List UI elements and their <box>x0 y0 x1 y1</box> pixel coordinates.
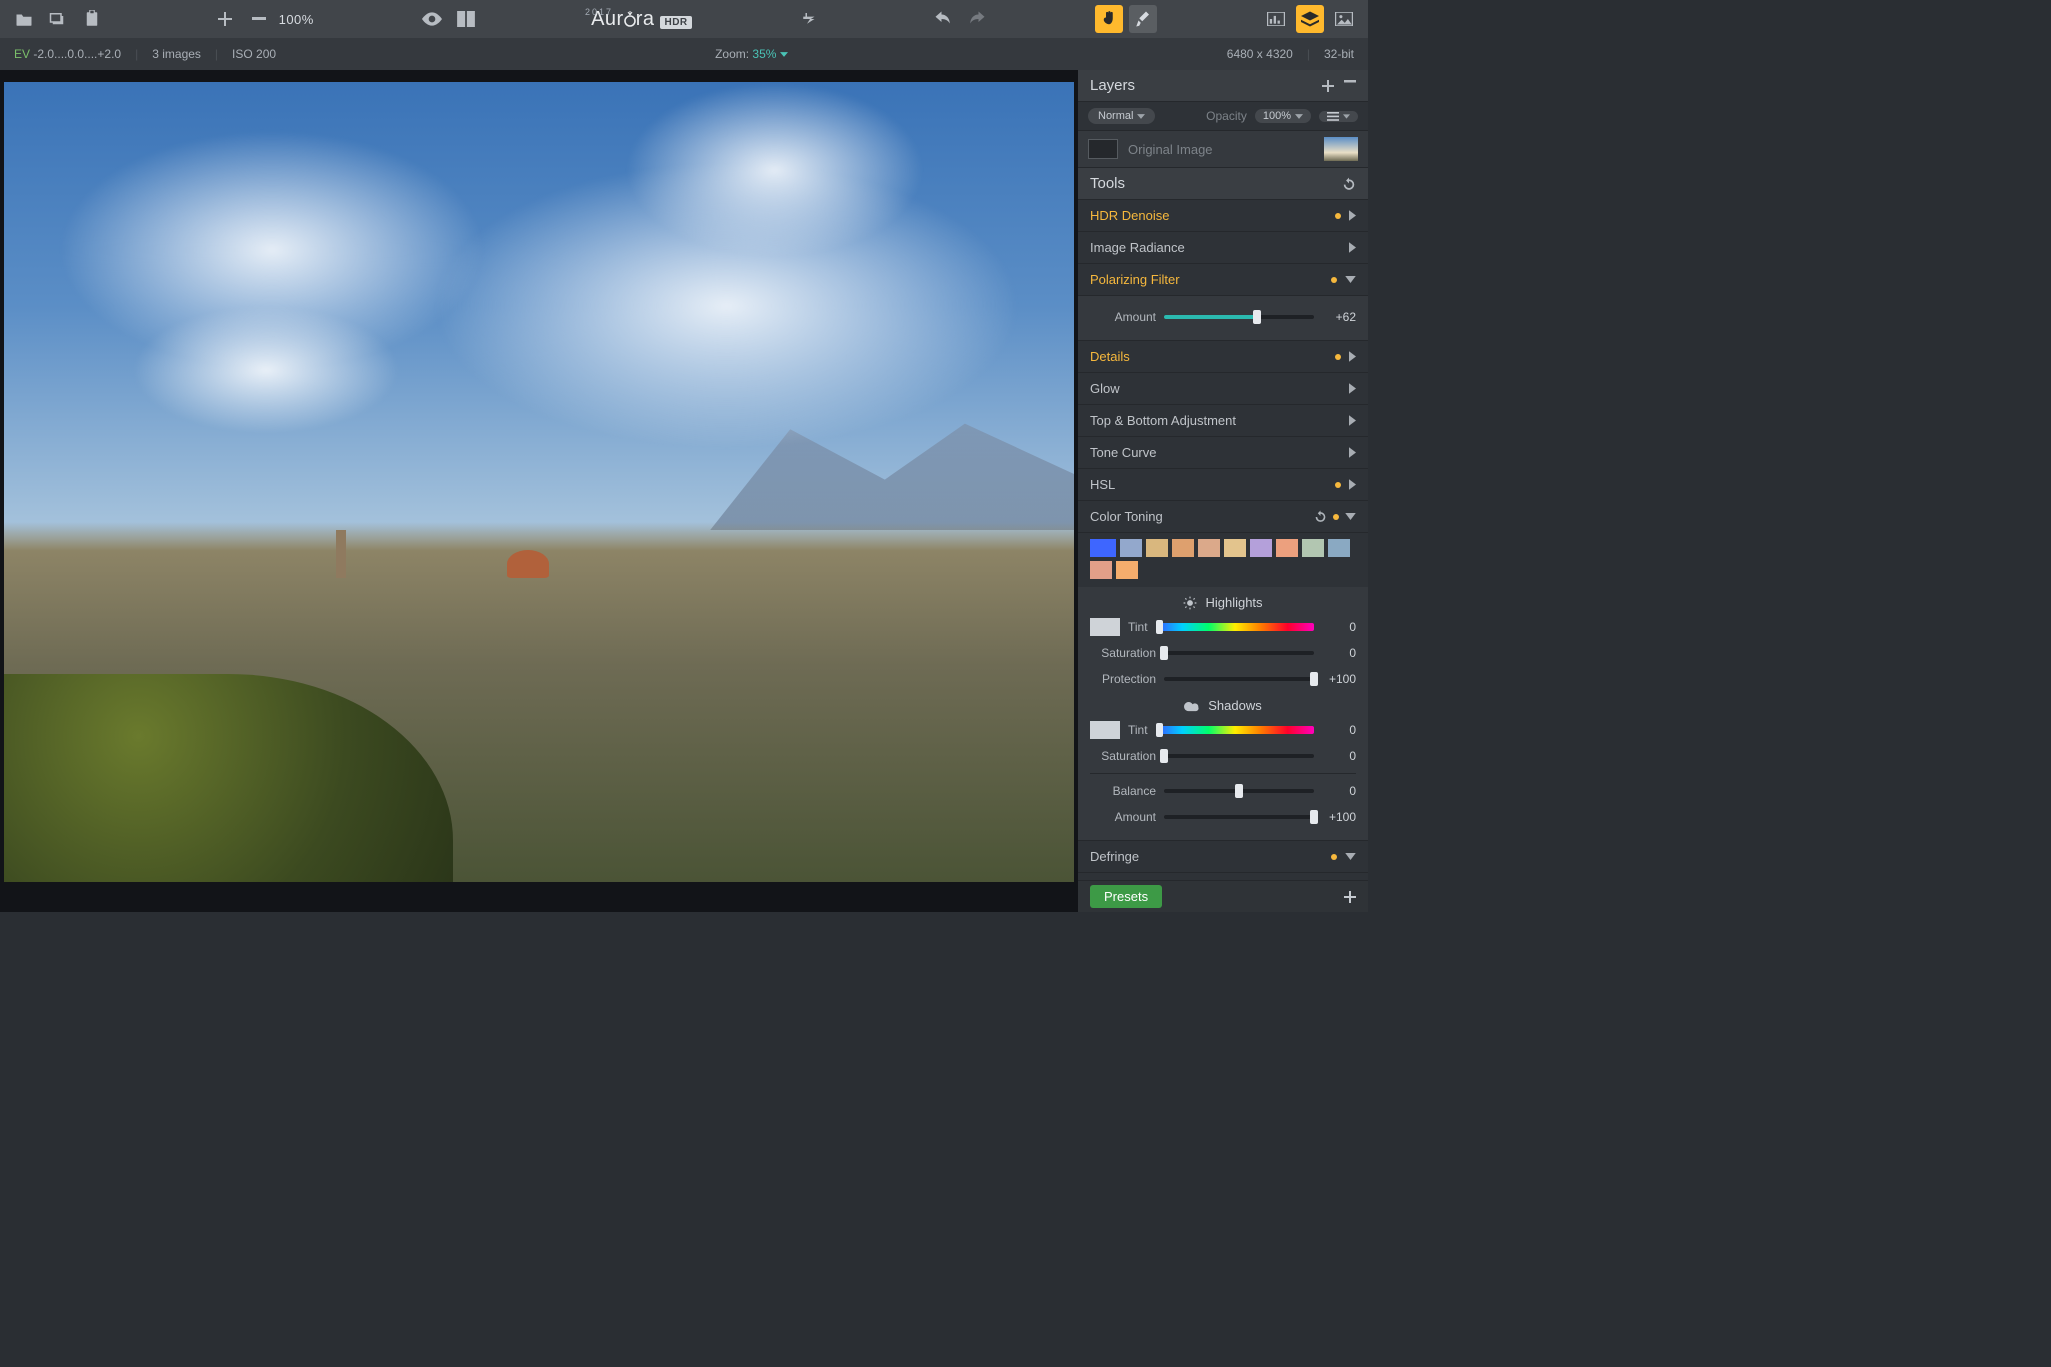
shadows-saturation-slider[interactable]: Saturation 0 <box>1090 743 1356 769</box>
layer-menu-icon[interactable] <box>1319 111 1358 122</box>
layer-item[interactable]: Original Image <box>1078 131 1368 168</box>
color-swatch[interactable] <box>1172 539 1194 557</box>
polarizing-amount-slider[interactable]: Amount +62 <box>1090 304 1356 330</box>
layers-panel-icon[interactable] <box>1296 5 1324 33</box>
color-swatch[interactable] <box>1090 561 1112 579</box>
tools-header: Tools <box>1078 168 1368 200</box>
shadows-subheader: Shadows <box>1090 692 1356 717</box>
iso-value: ISO 200 <box>232 47 276 61</box>
color-swatch[interactable] <box>1328 539 1350 557</box>
shadows-tint-slider[interactable]: Tint 0 <box>1090 717 1356 743</box>
bit-depth: 32-bit <box>1324 47 1354 61</box>
compare-icon[interactable] <box>452 5 480 33</box>
image-panel-icon[interactable] <box>1330 5 1358 33</box>
color-swatch[interactable] <box>1198 539 1220 557</box>
highlights-protection-slider[interactable]: Protection +100 <box>1090 666 1356 692</box>
undo-icon[interactable] <box>929 5 957 33</box>
color-swatch[interactable] <box>1276 539 1298 557</box>
zoom-percentage[interactable]: 100% <box>279 12 314 27</box>
tool-hsl[interactable]: HSL <box>1078 469 1368 501</box>
color-swatch[interactable] <box>1090 539 1116 557</box>
clipboard-icon[interactable] <box>78 5 106 33</box>
tool-polarizing[interactable]: Polarizing Filter <box>1078 264 1368 296</box>
opacity-select[interactable]: 100% <box>1255 109 1311 123</box>
highlights-subheader: Highlights <box>1090 589 1356 614</box>
presets-button[interactable]: Presets <box>1090 885 1162 908</box>
sun-icon <box>1183 596 1197 610</box>
chevron-down-icon <box>1345 276 1356 283</box>
image-count: 3 images <box>152 47 201 61</box>
blend-mode-select[interactable]: Normal <box>1088 108 1155 124</box>
reset-tools-icon[interactable] <box>1342 177 1356 191</box>
chevron-down-icon <box>1345 513 1356 520</box>
add-layer-icon[interactable] <box>1322 80 1334 92</box>
tool-details[interactable]: Details <box>1078 341 1368 373</box>
chevron-down-icon <box>1345 853 1356 860</box>
chevron-right-icon <box>1349 242 1356 253</box>
presets-bar: Presets <box>1078 880 1368 912</box>
canvas-area[interactable] <box>0 70 1078 912</box>
hand-tool-icon[interactable] <box>1095 5 1123 33</box>
highlights-tint-slider[interactable]: Tint 0 <box>1090 614 1356 640</box>
tool-tone-curve[interactable]: Tone Curve <box>1078 437 1368 469</box>
zoom-out-icon[interactable] <box>245 5 273 33</box>
reset-icon[interactable] <box>1314 510 1327 523</box>
info-bar: EV -2.0....0.0....+2.0 | 3 images | ISO … <box>0 38 1368 70</box>
tool-color-toning[interactable]: Color Toning <box>1078 501 1368 533</box>
cloud-icon <box>1184 700 1200 712</box>
highlights-saturation-slider[interactable]: Saturation 0 <box>1090 640 1356 666</box>
chevron-right-icon <box>1349 210 1356 221</box>
zoom-readout[interactable]: Zoom: 35% <box>715 47 788 61</box>
layer-thumbnail <box>1324 137 1358 161</box>
windows-icon[interactable] <box>44 5 72 33</box>
tool-top-bottom[interactable]: Top & Bottom Adjustment <box>1078 405 1368 437</box>
brush-tool-icon[interactable] <box>1129 5 1157 33</box>
remove-layer-icon[interactable] <box>1344 80 1356 83</box>
layers-header: Layers <box>1078 70 1368 102</box>
tool-hdr-denoise[interactable]: HDR Denoise <box>1078 200 1368 232</box>
histogram-icon[interactable] <box>1262 5 1290 33</box>
amount-slider[interactable]: Amount +100 <box>1090 804 1356 830</box>
right-panel: Layers Normal Opacity 100% Original Imag… <box>1078 70 1368 912</box>
color-swatch[interactable] <box>1146 539 1168 557</box>
top-toolbar: 100% 2017 Aurra HDR <box>0 0 1368 38</box>
open-folder-icon[interactable] <box>10 5 38 33</box>
tool-defringe[interactable]: Defringe <box>1078 841 1368 873</box>
color-swatch[interactable] <box>1120 539 1142 557</box>
zoom-in-icon[interactable] <box>211 5 239 33</box>
color-swatch[interactable] <box>1302 539 1324 557</box>
preview-icon[interactable] <box>418 5 446 33</box>
color-toning-swatches[interactable] <box>1078 533 1368 587</box>
tool-glow[interactable]: Glow <box>1078 373 1368 405</box>
crop-icon[interactable] <box>796 5 824 33</box>
add-preset-icon[interactable] <box>1344 891 1356 903</box>
tool-image-radiance[interactable]: Image Radiance <box>1078 232 1368 264</box>
app-logo: 2017 Aurra HDR <box>585 8 692 31</box>
redo-icon[interactable] <box>963 5 991 33</box>
color-swatch[interactable] <box>1224 539 1246 557</box>
color-swatch[interactable] <box>1116 561 1138 579</box>
balance-slider[interactable]: Balance 0 <box>1090 778 1356 804</box>
color-swatch[interactable] <box>1250 539 1272 557</box>
image-dimensions: 6480 x 4320 <box>1227 47 1293 61</box>
